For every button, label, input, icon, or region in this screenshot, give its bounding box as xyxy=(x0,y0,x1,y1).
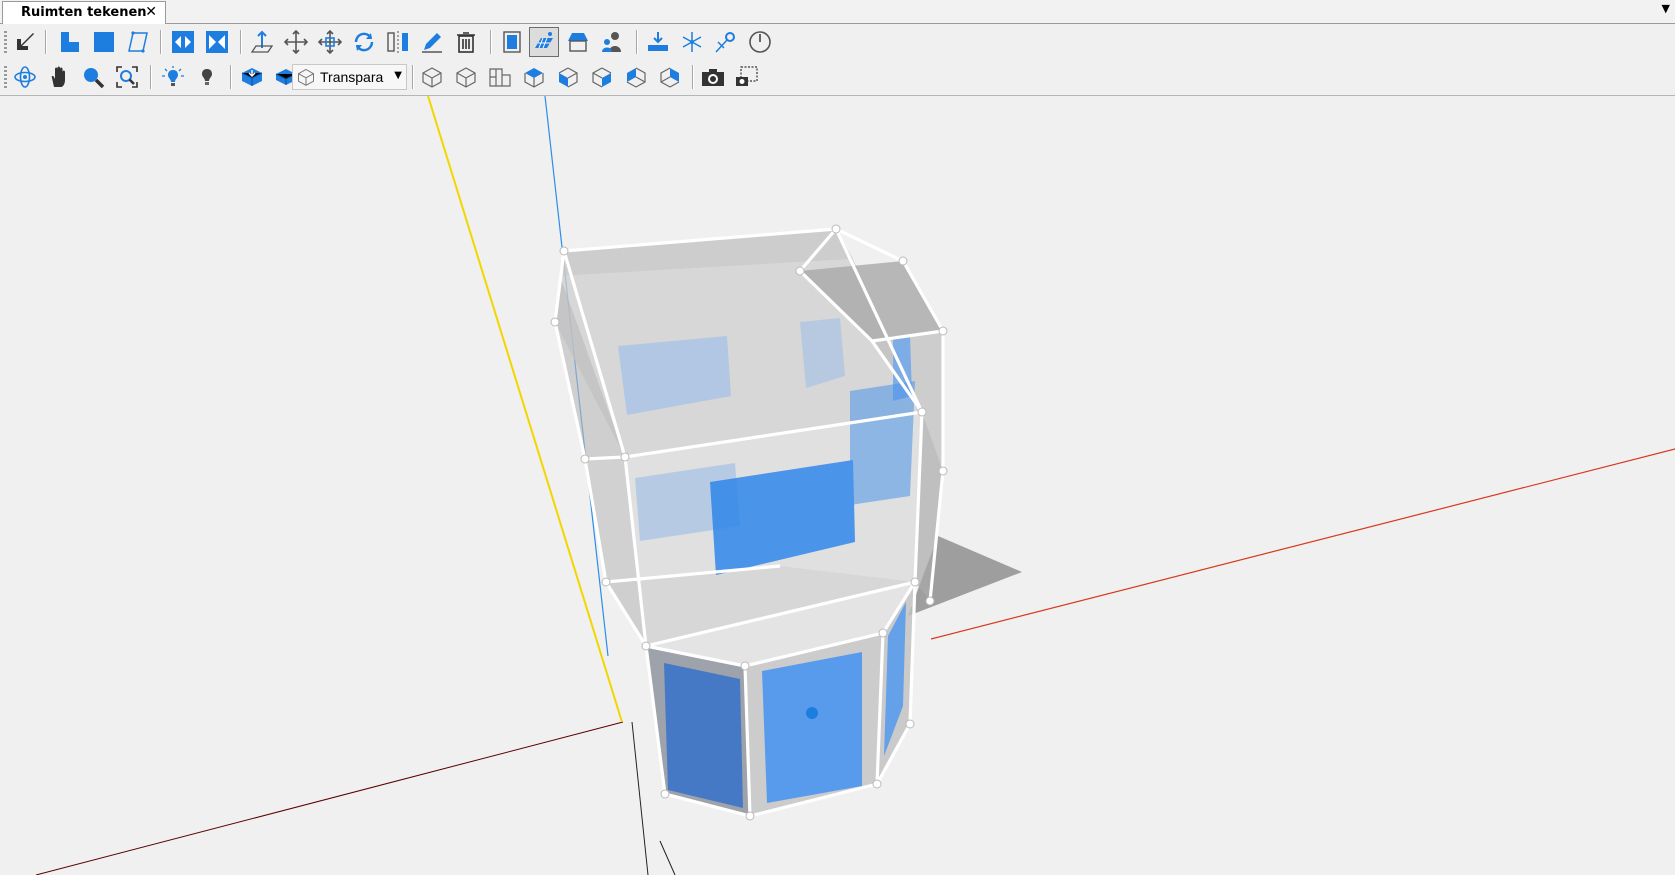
x-axis-negative-line xyxy=(35,721,624,875)
toolbar-separator xyxy=(230,65,231,89)
wireframe-cube-icon xyxy=(298,68,314,86)
edit-pencil-icon[interactable] xyxy=(417,27,447,57)
delete-trash-icon[interactable] xyxy=(451,27,481,57)
toolbar-separator xyxy=(45,30,46,54)
view-right-icon[interactable] xyxy=(587,62,617,92)
chevron-down-icon[interactable]: ▼ xyxy=(1662,2,1670,15)
close-icon[interactable]: ✕ xyxy=(145,4,157,20)
north-arrow-icon[interactable] xyxy=(677,27,707,57)
toolbar-grip[interactable] xyxy=(4,31,7,53)
view-back-icon[interactable] xyxy=(655,62,685,92)
extrude-icon[interactable] xyxy=(247,27,277,57)
orbit-icon[interactable] xyxy=(10,62,40,92)
3d-viewport[interactable] xyxy=(0,96,1675,875)
display-mode-select[interactable]: Transpara ▼ xyxy=(292,64,407,90)
light-bulb-off-icon[interactable] xyxy=(192,62,222,92)
window-bay-left xyxy=(664,663,743,808)
view-top-icon[interactable] xyxy=(519,62,549,92)
draw-l-shape-icon[interactable] xyxy=(55,27,85,57)
draw-rectangle-icon[interactable] xyxy=(89,27,119,57)
roof-icon[interactable] xyxy=(563,27,593,57)
toolbar-row-2: Transpara ▼ xyxy=(0,60,1675,94)
toolbar-separator xyxy=(160,30,161,54)
x-axis-line xyxy=(930,448,1675,640)
view-left-icon[interactable] xyxy=(621,62,651,92)
render-solid-icon[interactable] xyxy=(237,62,267,92)
building-scene[interactable] xyxy=(0,96,1675,875)
zoom-extents-icon[interactable] xyxy=(112,62,142,92)
toolbar-separator xyxy=(636,30,637,54)
toolbar-separator xyxy=(150,65,151,89)
toolbars: Transpara ▼ xyxy=(0,24,1675,96)
axis-segment xyxy=(659,840,676,875)
ground-level-icon[interactable] xyxy=(643,27,673,57)
draw-polygon-icon[interactable] xyxy=(123,27,153,57)
z-axis-negative-line xyxy=(631,721,649,875)
selection-marker xyxy=(806,707,818,719)
camera-region-icon[interactable] xyxy=(732,62,762,92)
rotate-icon[interactable] xyxy=(349,27,379,57)
toolbar-separator xyxy=(490,30,491,54)
select-arrow-icon[interactable] xyxy=(10,27,40,57)
toolbar-separator xyxy=(692,65,693,89)
toolbar-grip[interactable] xyxy=(4,66,7,88)
tab-title: Ruimten tekenen xyxy=(21,5,147,20)
display-mode-value: Transpara xyxy=(320,69,384,85)
people-icon[interactable] xyxy=(597,27,627,57)
tab-strip: Ruimten tekenen ✕ ▼ xyxy=(0,0,1675,24)
window-bay-front xyxy=(762,652,862,803)
move-icon[interactable] xyxy=(281,27,311,57)
split-horizontal-icon[interactable] xyxy=(168,27,198,57)
window-middle-right xyxy=(850,381,915,505)
view-plan-icon[interactable] xyxy=(485,62,515,92)
solar-panel-icon[interactable] xyxy=(529,27,559,57)
view-front-icon[interactable] xyxy=(553,62,583,92)
light-bulb-on-icon[interactable] xyxy=(158,62,188,92)
clock-icon[interactable] xyxy=(745,27,775,57)
window-attic-right xyxy=(800,318,845,388)
window-icon[interactable] xyxy=(497,27,527,57)
toolbar-separator xyxy=(240,30,241,54)
tab-ruimten-tekenen[interactable]: Ruimten tekenen ✕ xyxy=(2,1,166,24)
pan-hand-icon[interactable] xyxy=(44,62,74,92)
merge-horizontal-icon[interactable] xyxy=(202,27,232,57)
sun-position-icon[interactable] xyxy=(711,27,741,57)
zoom-icon[interactable] xyxy=(78,62,108,92)
mirror-icon[interactable] xyxy=(383,27,413,57)
view-iso-icon[interactable] xyxy=(417,62,447,92)
camera-icon[interactable] xyxy=(698,62,728,92)
move-vertex-icon[interactable] xyxy=(315,27,345,57)
toolbar-separator xyxy=(412,65,413,89)
view-iso-2-icon[interactable] xyxy=(451,62,481,92)
chevron-down-icon: ▼ xyxy=(394,70,402,81)
toolbar-row-1 xyxy=(0,25,1675,59)
